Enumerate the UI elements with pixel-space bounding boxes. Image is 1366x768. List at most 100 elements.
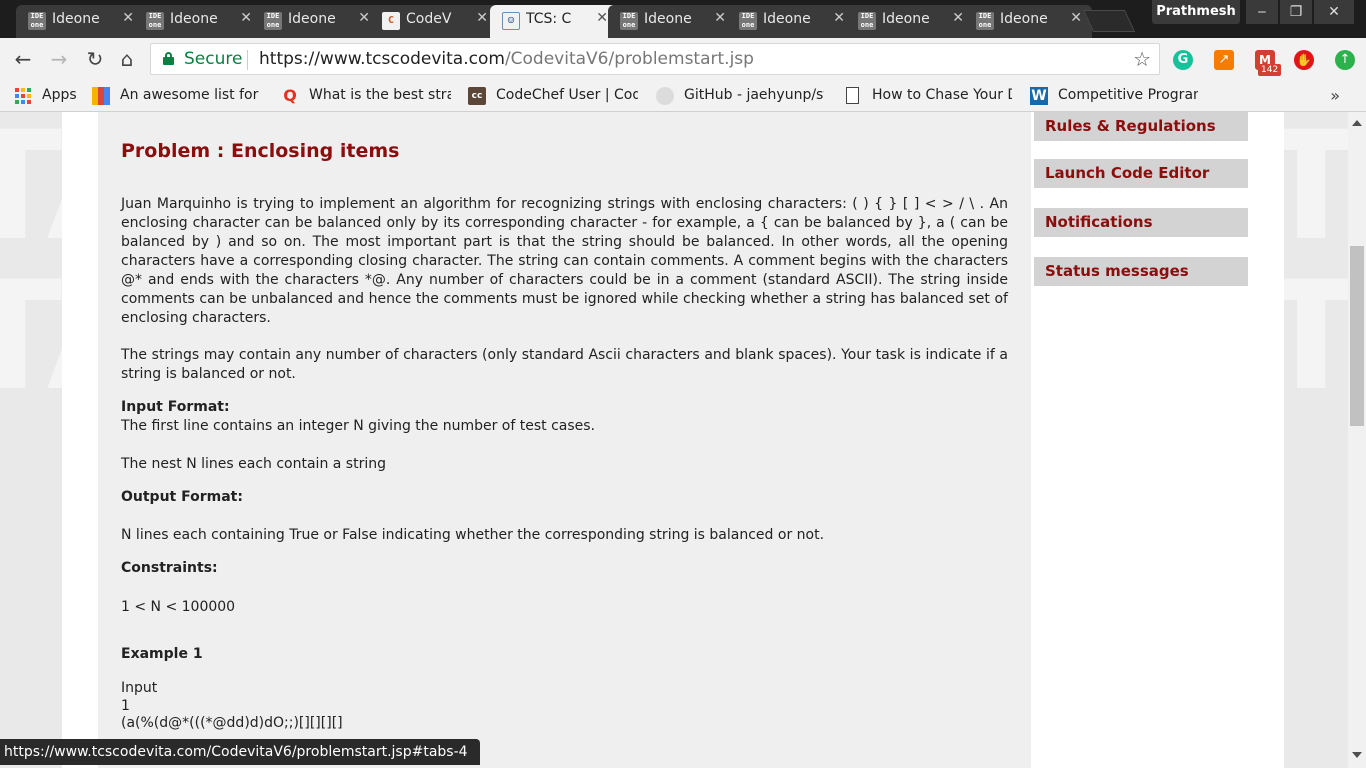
update-arrow-icon[interactable]: ↑ [1335,50,1355,70]
tab-close-icon[interactable]: ✕ [122,10,134,26]
ideone-icon: IDE one [858,12,876,30]
bar-chart-icon [92,87,110,105]
page-icon [846,87,859,104]
tab-close-icon[interactable]: ✕ [714,10,726,26]
ideone-icon: IDE one [264,12,282,30]
tab-close-icon[interactable]: ✕ [358,10,370,26]
codechef-icon: cc [468,87,486,105]
page-viewport: TATA TATA Problem : Enclosing items Juan… [0,112,1348,768]
bookmark-competitive[interactable]: W Competitive Program [1030,86,1202,106]
close-window-icon[interactable]: ✕ [1314,0,1354,24]
scroll-up-icon[interactable] [1352,120,1362,126]
tab-title: TCS: C [526,11,572,27]
problem-description: The strings may contain any number of ch… [121,347,1008,382]
bookmark-apps[interactable]: Apps [14,86,84,106]
tab-title: Ideone [170,11,218,27]
bookmark-quora[interactable]: Q What is the best strat [281,86,453,106]
bookmark-label: How to Chase Your D [872,87,1012,103]
tab-close-icon[interactable]: ✕ [240,10,252,26]
scrollbar-thumb[interactable] [1350,246,1364,426]
bookmark-label: CodeChef User | Code [496,87,638,103]
maximize-icon[interactable]: ❐ [1280,0,1312,24]
example-input-line: (a(%(d@*(((*@dd)d)dO;;)[][][][] [121,715,343,731]
tab-title: Ideone [52,11,100,27]
tab-ideone-5[interactable]: IDE one Ideone ✕ [727,5,855,38]
sidebar-item-notifications[interactable]: Notifications [1034,208,1248,237]
tab-close-icon[interactable]: ✕ [476,10,488,26]
tab-tcs-active[interactable]: ☺ TCS: C ✕ [490,5,618,39]
browser-toolbar: ← → ↻ ⌂ Secure https://www.tcscodevita.c… [0,38,1366,80]
tab-close-icon[interactable]: ✕ [1070,10,1082,26]
bookmarks-overflow-icon[interactable]: » [1330,86,1340,105]
new-tab-button[interactable] [1082,10,1136,32]
address-bar[interactable]: Secure https://www.tcscodevita.com/Codev… [150,43,1160,75]
bookmark-chase-dream[interactable]: How to Chase Your D [844,86,1016,106]
page-container: Problem : Enclosing items Juan Marquinho… [62,112,1284,768]
tab-codevita[interactable]: C CodeV ✕ [370,5,498,38]
ideone-icon: IDE one [146,12,164,30]
profile-button[interactable]: Prathmesh [1152,0,1240,24]
tab-title: Ideone [882,11,930,27]
chart-icon[interactable]: ↗ [1214,50,1234,70]
page-scrollbar[interactable] [1348,112,1366,768]
tab-ideone-2[interactable]: IDE one Ideone ✕ [134,5,262,38]
output-format-heading: Output Format: [121,489,243,505]
github-icon [656,87,674,105]
grammarly-icon[interactable]: G [1173,50,1193,70]
bookmark-label: An awesome list for c [120,87,260,103]
bookmark-github[interactable]: GitHub - jaehyunp/st [656,86,828,106]
quora-icon: Q [283,86,297,105]
omnibox-divider [247,50,248,70]
ideone-icon: IDE one [976,12,994,30]
url-text[interactable]: https://www.tcscodevita.com/CodevitaV6/p… [259,49,754,69]
reload-icon[interactable]: ↻ [82,46,108,72]
mail-count-badge: 142 [1258,64,1282,76]
bookmark-label: GitHub - jaehyunp/st [684,87,824,103]
tab-ideone-3[interactable]: IDE one Ideone ✕ [252,5,380,38]
forward-icon[interactable]: → [46,46,72,72]
tab-ideone-1[interactable]: IDE one Ideone ✕ [16,5,144,38]
bookmark-label: Apps [42,87,77,103]
tab-strip: IDE one Ideone ✕ IDE one Ideone ✕ IDE on… [0,0,1366,39]
tab-ideone-7[interactable]: IDE one Ideone ✕ [964,5,1092,38]
apps-grid-icon [14,87,32,105]
w-icon: W [1030,87,1048,105]
home-icon[interactable]: ⌂ [114,46,140,72]
bookmark-star-icon[interactable]: ☆ [1133,47,1151,71]
input-format-heading: Input Format: [121,399,230,415]
input-format-text: The nest N lines each contain a string [121,456,386,472]
constraints-heading: Constraints: [121,560,218,576]
sidebar-item-rules[interactable]: Rules & Regulations [1034,112,1248,141]
bookmarks-bar: Apps An awesome list for c Q What is the… [0,80,1366,112]
tab-title: Ideone [644,11,692,27]
tab-title: Ideone [288,11,336,27]
link-status-bubble: https://www.tcscodevita.com/CodevitaV6/p… [0,739,480,765]
ideone-icon: IDE one [620,12,638,30]
tcs-icon: ☺ [502,12,520,30]
bookmark-label: What is the best strat [309,87,451,103]
ideone-icon: IDE one [739,12,757,30]
bookmark-awesome-list[interactable]: An awesome list for c [92,86,264,106]
back-icon[interactable]: ← [10,46,36,72]
problem-description: Juan Marquinho is trying to implement an… [121,196,1008,326]
tab-close-icon[interactable]: ✕ [952,10,964,26]
tab-close-icon[interactable]: ✕ [596,10,608,26]
tab-close-icon[interactable]: ✕ [833,10,845,26]
example-heading: Example 1 [121,646,203,662]
input-format-text: The first line contains an integer N giv… [121,418,596,434]
tab-title: Ideone [1000,11,1048,27]
codechef-icon: C [382,12,400,30]
sidebar-item-launch-editor[interactable]: Launch Code Editor [1034,159,1248,188]
tab-title: Ideone [763,11,811,27]
example-input-label: Input [121,680,158,696]
bookmark-codechef[interactable]: cc CodeChef User | Code [468,86,640,106]
scroll-down-icon[interactable] [1352,752,1362,758]
tab-ideone-6[interactable]: IDE one Ideone ✕ [846,5,974,38]
minimize-icon[interactable]: ‒ [1246,0,1278,24]
sidebar-item-status[interactable]: Status messages [1034,257,1248,286]
bookmark-label: Competitive Program [1058,87,1198,103]
tab-ideone-4[interactable]: IDE one Ideone ✕ [608,5,736,38]
adblock-icon[interactable]: ✋ [1294,50,1314,70]
constraints-text: 1 < N < 100000 [121,599,236,615]
output-format-text: N lines each containing True or False in… [121,527,825,543]
